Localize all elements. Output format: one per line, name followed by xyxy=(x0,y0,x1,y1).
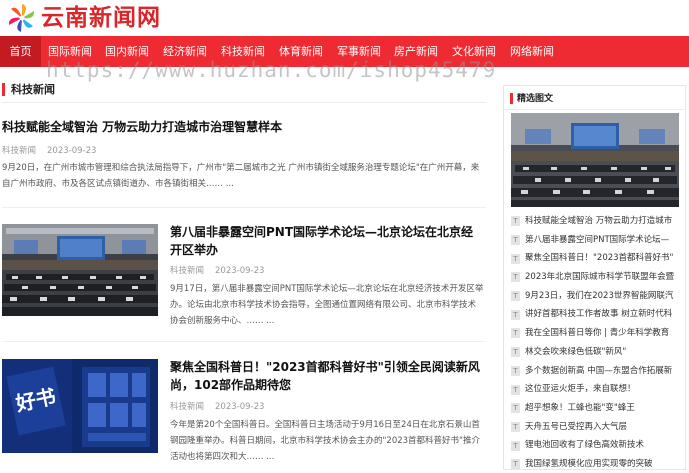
text-badge-icon: T xyxy=(511,459,520,470)
nav-item-sports[interactable]: 体育新闻 xyxy=(276,36,326,67)
article-summary: 9月17日，第八届非暴露空间PNT国际学术论坛—北京论坛在北京经济技术开发区举办… xyxy=(170,284,484,326)
article-meta: 科技新闻 2023-09-23 xyxy=(170,264,264,276)
article-title[interactable]: 聚焦全国科普日！"2023首都科普好书"引领全民阅读新风尚，102部作品期待您 xyxy=(170,358,484,394)
featured-sidebar: 精选图文 T 科技赋能全域智治 万物云助力打造城市 T 第八届非暴露空间PNT国… xyxy=(503,85,686,470)
nav-item-realestate[interactable]: 房产新闻 xyxy=(391,36,441,67)
nav-item-home[interactable]: 首页 xyxy=(0,36,41,67)
site-title[interactable]: 云南新闻网 xyxy=(41,4,161,32)
article-category[interactable]: 科技新闻 xyxy=(170,266,204,276)
text-badge-icon: T xyxy=(511,235,520,246)
text-badge-icon: T xyxy=(511,421,520,432)
list-item[interactable]: T 第八届非暴露空间PNT国际学术论坛— xyxy=(511,231,681,250)
section-title: 科技新闻 xyxy=(11,83,55,96)
list-item-label[interactable]: 2023年北京国际城市科学节联盟年会暨 xyxy=(525,272,674,282)
list-item-label[interactable]: 我国绿氢规模化应用实现零的突破 xyxy=(525,459,653,469)
nav-item-internet[interactable]: 网络新闻 xyxy=(507,36,557,67)
main-nav: 首页 国际新闻 国内新闻 经济新闻 科技新闻 体育新闻 军事新闻 房产新闻 文化… xyxy=(0,36,689,67)
list-item-label[interactable]: 这位亚运火炬手，来自联想！ xyxy=(525,384,636,394)
pinwheel-logo-icon[interactable] xyxy=(6,2,38,34)
featured-image[interactable] xyxy=(511,113,679,207)
sidebar-title: 精选图文 xyxy=(517,94,554,104)
section-header: 科技新闻 xyxy=(2,79,486,103)
text-badge-icon: T xyxy=(511,440,520,451)
article-title[interactable]: 第八届非暴露空间PNT国际学术论坛—北京论坛在北京经开区举办 xyxy=(170,223,482,259)
article-divider xyxy=(2,341,486,342)
article-category[interactable]: 科技新闻 xyxy=(170,402,204,412)
list-item-label[interactable]: 第八届非暴露空间PNT国际学术论坛— xyxy=(525,235,669,245)
featured-list: T 科技赋能全域智治 万物云助力打造城市 T 第八届非暴露空间PNT国际学术论坛— … xyxy=(511,212,681,473)
article-title[interactable]: 科技赋能全域智治 万物云助力打造城市治理智慧样本 xyxy=(2,118,486,136)
forum-hall-image xyxy=(511,113,679,207)
article-summary: 今年是第20个全国科普日。全国科普日主场活动于9月16日至24日在北京石景山首钢… xyxy=(170,420,480,462)
nav-item-culture[interactable]: 文化新闻 xyxy=(449,36,499,67)
list-item-label[interactable]: 我在全国科普日等你 | 青少年科学教育 xyxy=(525,328,669,338)
list-item[interactable]: T 2023年北京国际城市科学节联盟年会暨 xyxy=(511,268,681,287)
article-divider xyxy=(2,207,486,208)
conference-hall-image xyxy=(2,224,158,316)
section-accent-bar xyxy=(2,83,5,96)
list-item-label[interactable]: 聚焦全国科普日！"2023首都科普好书" xyxy=(525,253,673,263)
text-badge-icon: T xyxy=(511,216,520,227)
text-badge-icon: T xyxy=(511,347,520,358)
article-thumbnail[interactable] xyxy=(2,224,158,316)
list-item-label[interactable]: 林交会吹来绿色低碳"新风" xyxy=(525,347,626,357)
article-meta: 科技新闻 2023-09-23 xyxy=(2,144,96,156)
list-item[interactable]: T 锂电池回收有了绿色高效新技术 xyxy=(511,436,681,455)
list-item[interactable]: T 我在全国科普日等你 | 青少年科学教育 xyxy=(511,324,681,343)
sidebar-header: 精选图文 xyxy=(504,86,685,110)
site-header: 云南新闻网 xyxy=(0,0,689,36)
article-category[interactable]: 科技新闻 xyxy=(2,146,36,156)
list-item[interactable]: T 林交会吹来绿色低碳"新风" xyxy=(511,343,681,362)
list-item-label[interactable]: 9月23日，我们在2023世界智能网联汽 xyxy=(525,291,673,301)
article-thumbnail[interactable]: 好书 xyxy=(2,359,158,453)
text-badge-icon: T xyxy=(511,272,520,283)
article-date: 2023-09-23 xyxy=(215,402,265,412)
sidebar-accent-bar xyxy=(510,93,513,104)
list-item[interactable]: T 我国绿氢规模化应用实现零的突破 xyxy=(511,455,681,473)
list-item-label[interactable]: 多个数据创新高 中国—东盟合作拓展新 xyxy=(525,366,672,376)
nav-item-military[interactable]: 军事新闻 xyxy=(334,36,384,67)
list-item-label[interactable]: 超乎想象！工蜂也能"变"蜂王 xyxy=(525,403,635,413)
article-meta: 科技新闻 2023-09-23 xyxy=(170,400,264,412)
list-item[interactable]: T 9月23日，我们在2023世界智能网联汽 xyxy=(511,287,681,306)
list-item-label[interactable]: 讲好首都科技工作者故事 树立新时代科 xyxy=(525,309,672,319)
list-item[interactable]: T 这位亚运火炬手，来自联想！ xyxy=(511,380,681,399)
nav-item-international[interactable]: 国际新闻 xyxy=(45,36,95,67)
nav-item-tech[interactable]: 科技新闻 xyxy=(218,36,268,67)
text-badge-icon: T xyxy=(511,253,520,264)
list-item[interactable]: T 讲好首都科技工作者故事 树立新时代科 xyxy=(511,305,681,324)
text-badge-icon: T xyxy=(511,328,520,339)
article-date: 2023-09-23 xyxy=(215,266,265,276)
article-summary: 9月20日，在广州市城市管理和综合执法局指导下，广州市"第二届城市之光 广州市镇… xyxy=(2,163,480,189)
article-date: 2023-09-23 xyxy=(47,146,97,156)
text-badge-icon: T xyxy=(511,291,520,302)
text-badge-icon: T xyxy=(511,309,520,320)
book-poster-image: 好书 xyxy=(2,359,158,453)
list-item[interactable]: T 超乎想象！工蜂也能"变"蜂王 xyxy=(511,399,681,418)
list-item[interactable]: T 天舟五号已受控再入大气层 xyxy=(511,418,681,437)
list-item-label[interactable]: 科技赋能全域智治 万物云助力打造城市 xyxy=(525,216,672,226)
text-badge-icon: T xyxy=(511,403,520,414)
text-badge-icon: T xyxy=(511,365,520,376)
nav-item-domestic[interactable]: 国内新闻 xyxy=(102,36,152,67)
list-item[interactable]: T 聚焦全国科普日！"2023首都科普好书" xyxy=(511,249,681,268)
list-item[interactable]: T 多个数据创新高 中国—东盟合作拓展新 xyxy=(511,362,681,381)
list-item-label[interactable]: 锂电池回收有了绿色高效新技术 xyxy=(525,440,644,450)
list-item-label[interactable]: 天舟五号已受控再入大气层 xyxy=(525,422,627,432)
list-item[interactable]: T 科技赋能全域智治 万物云助力打造城市 xyxy=(511,212,681,231)
nav-item-economy[interactable]: 经济新闻 xyxy=(160,36,210,67)
text-badge-icon: T xyxy=(511,384,520,395)
